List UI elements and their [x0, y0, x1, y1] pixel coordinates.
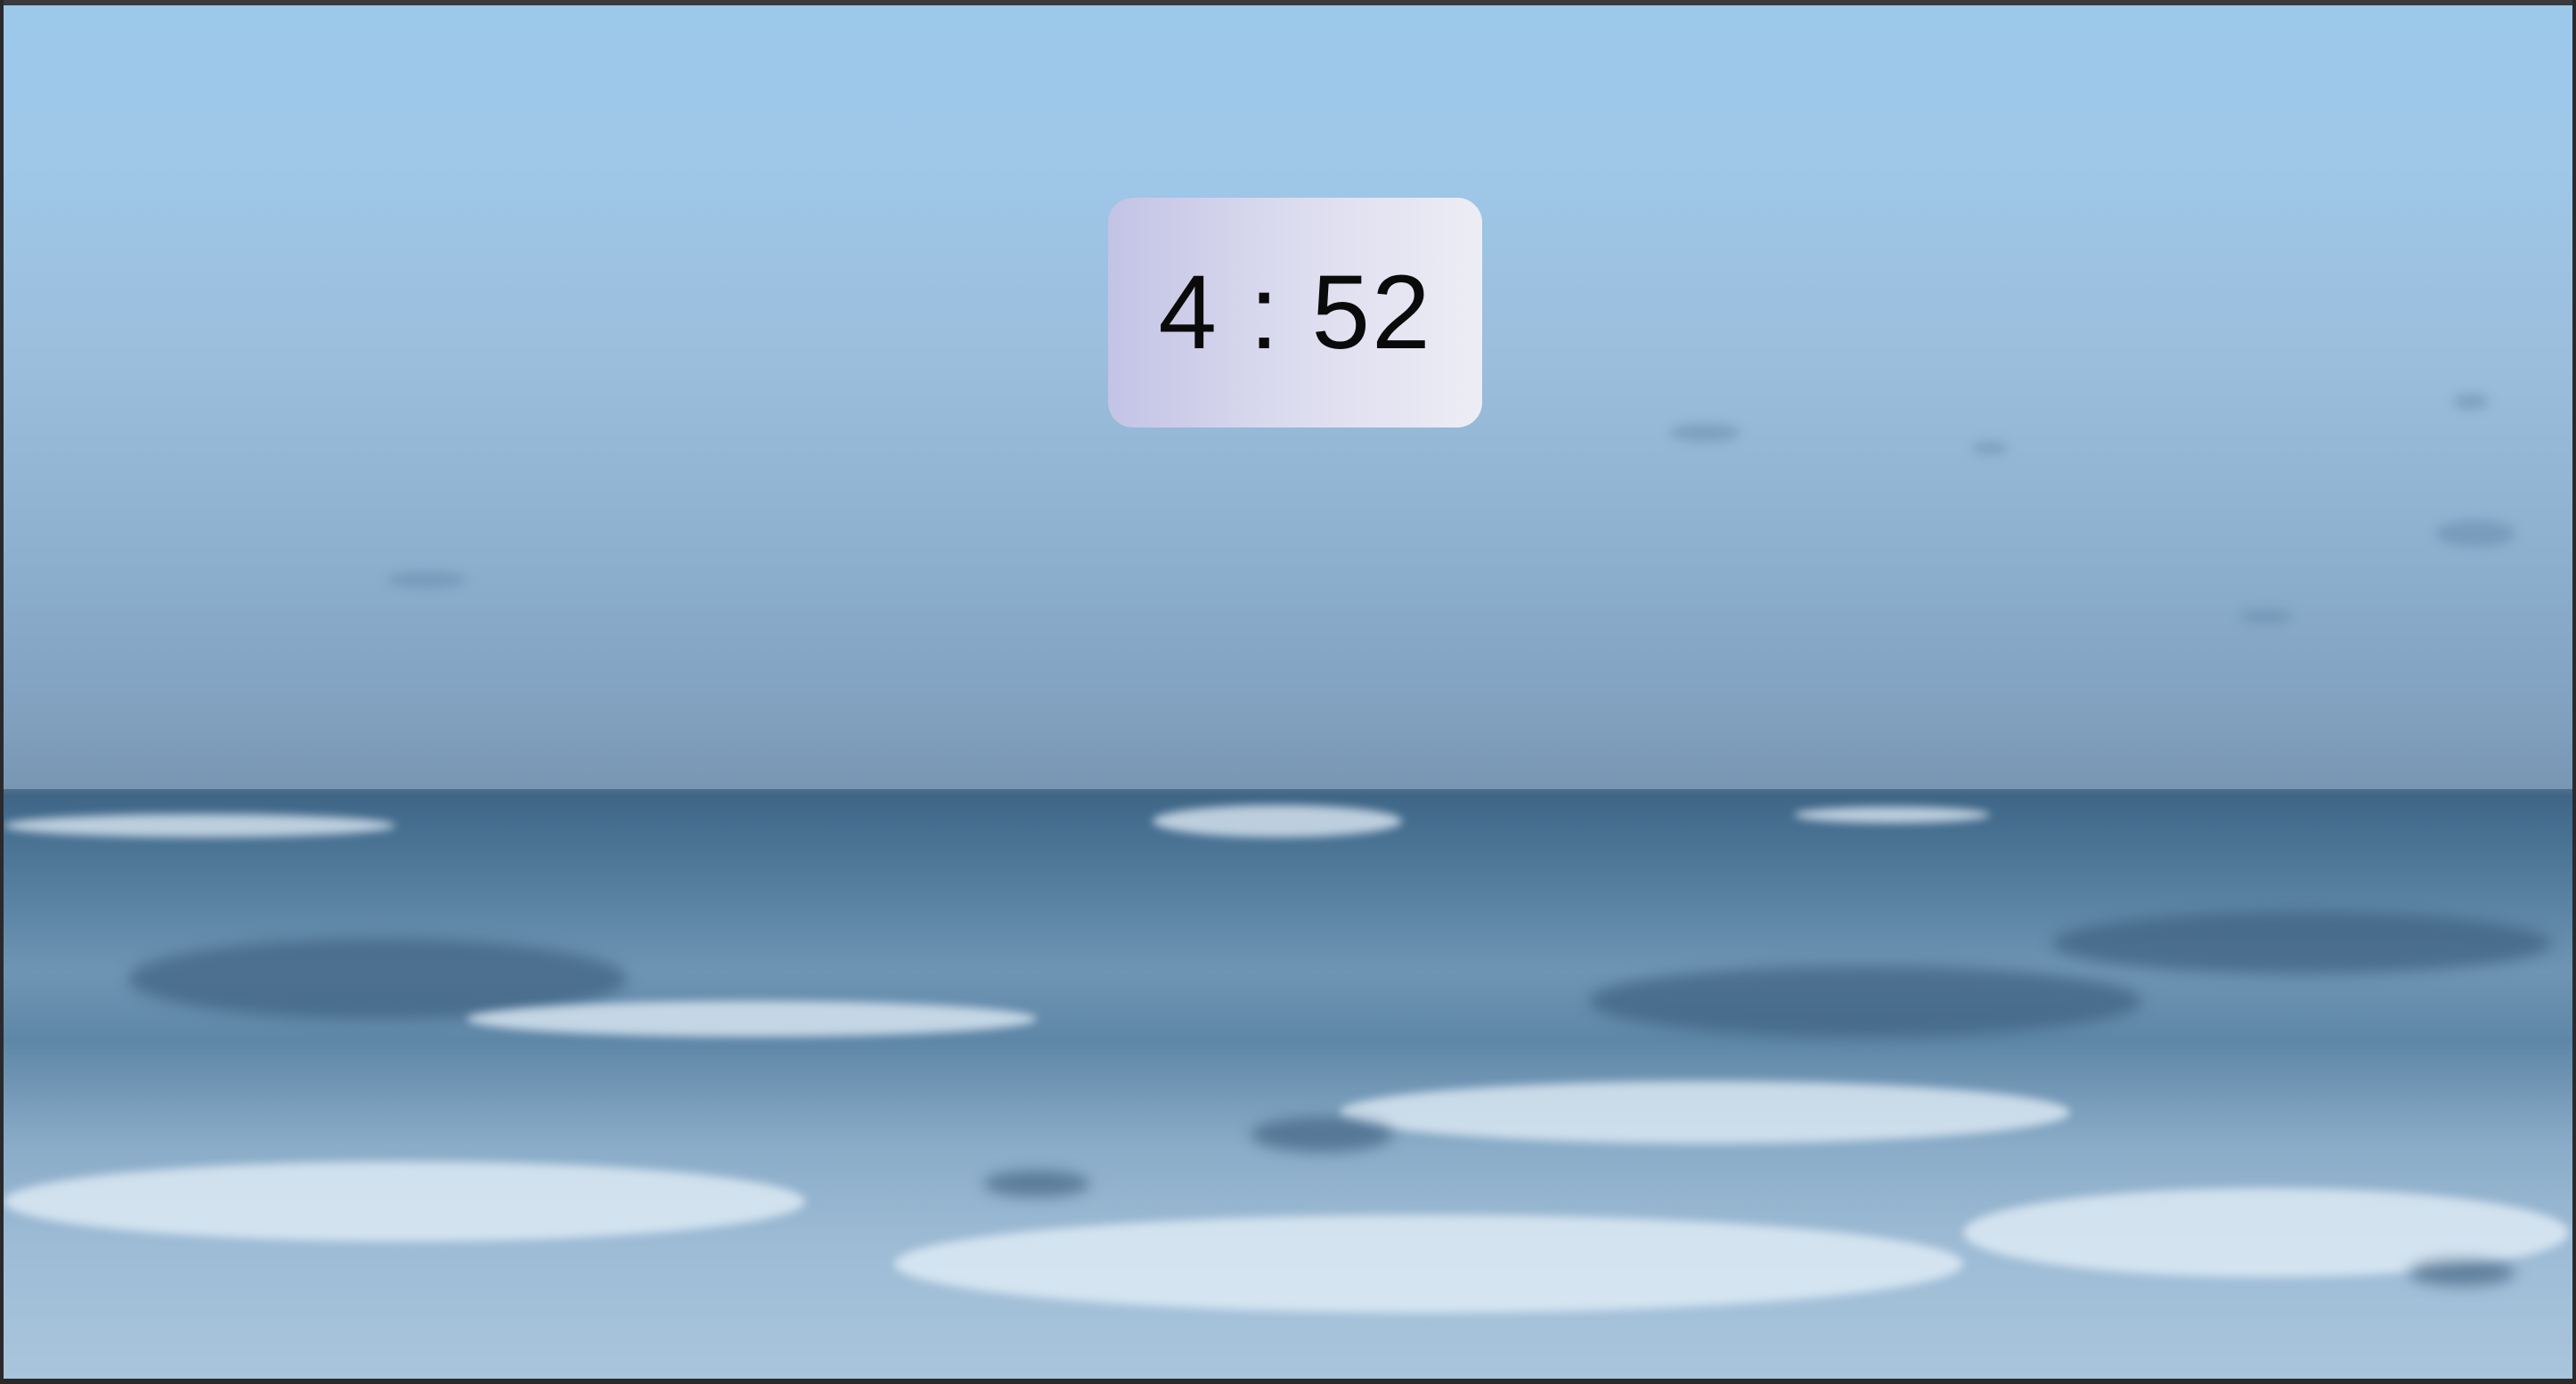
cloud [2453, 394, 2489, 410]
cloud [2239, 609, 2293, 623]
wave-foam [1153, 805, 1402, 837]
app-window: 4 : 52 [4, 5, 2572, 1379]
timer-card: 4 : 52 [1108, 198, 1482, 427]
cloud [1669, 424, 1740, 442]
timer-display: 4 : 52 [1158, 254, 1432, 371]
window-bottom-border [0, 1379, 2576, 1384]
dark-swell [983, 1170, 1090, 1197]
dark-swell [2052, 912, 2551, 974]
window-right-border [2572, 0, 2576, 1384]
cloud [2435, 520, 2515, 547]
wave-foam [4, 1161, 805, 1242]
dark-swell [1251, 1117, 1393, 1152]
wave-foam [894, 1215, 1963, 1313]
wave-foam [467, 1001, 1037, 1037]
wave-foam [1794, 807, 1990, 823]
cloud [1972, 442, 2008, 454]
sea-background [4, 796, 2572, 1379]
wave-foam [4, 814, 395, 837]
cloud [387, 572, 467, 588]
dark-swell [2409, 1259, 2515, 1286]
wave-foam [1340, 1081, 2070, 1144]
dark-swell [1589, 965, 2141, 1037]
